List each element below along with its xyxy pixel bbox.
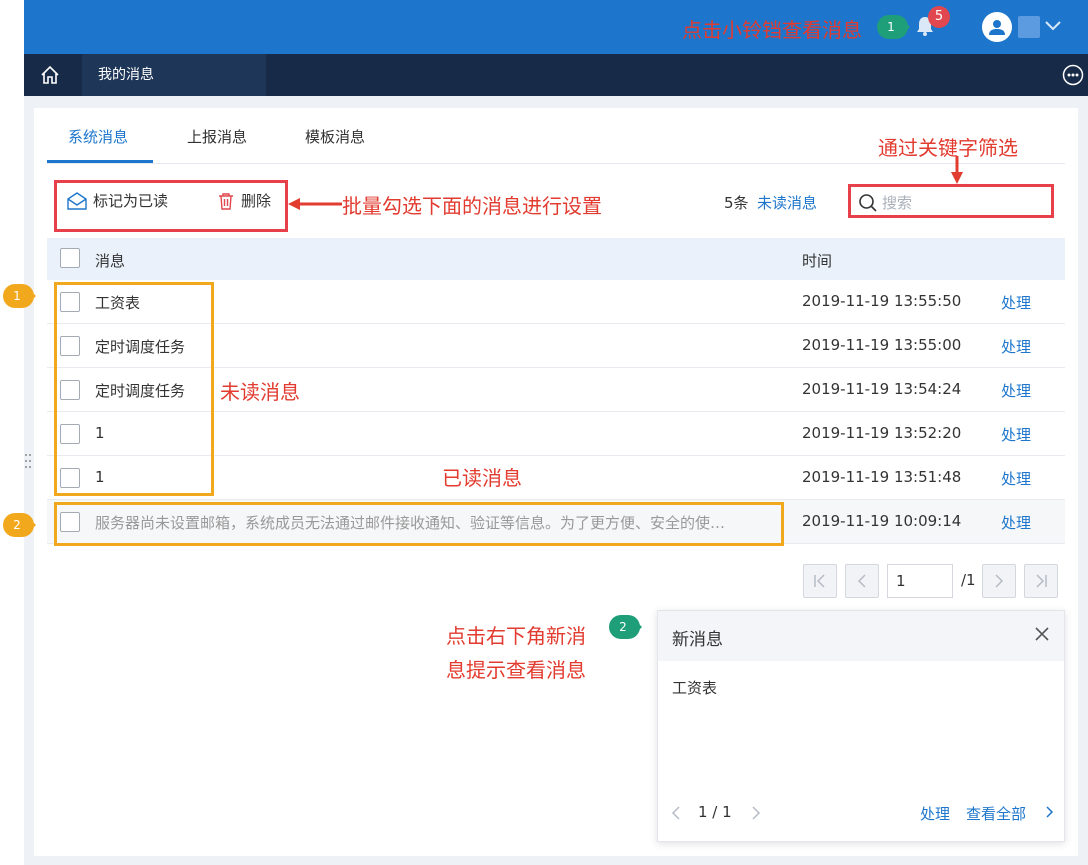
tab-system-messages[interactable]: 系统消息: [68, 126, 128, 147]
first-page-button[interactable]: [803, 564, 837, 598]
chevron-right-icon: [995, 574, 1004, 588]
next-page-button[interactable]: [982, 564, 1016, 598]
message-time: 2019-11-19 13:54:24: [802, 380, 962, 398]
resize-grip-icon[interactable]: [24, 452, 32, 470]
tab-reported-messages[interactable]: 上报消息: [187, 126, 247, 147]
tab-template-messages[interactable]: 模板消息: [305, 126, 365, 147]
popup-title: 新消息: [672, 630, 723, 650]
annotation-pin-bell: 1: [876, 14, 910, 40]
annotation-box-search: [848, 184, 1054, 218]
message-time: 2019-11-19 13:51:48: [802, 468, 962, 486]
prev-page-button[interactable]: [845, 564, 879, 598]
annotation-read: 已读消息: [442, 466, 522, 490]
annotation-pin-popup: 2: [608, 614, 642, 640]
select-all-checkbox[interactable]: [60, 248, 80, 268]
annotation-pin-popup-number: 2: [619, 620, 627, 634]
nav-tab-my-messages[interactable]: 我的消息: [82, 54, 266, 96]
annotation-box-read: [54, 502, 784, 546]
popup-view-all-link[interactable]: 查看全部: [966, 803, 1026, 824]
message-time: 2019-11-19 13:55:00: [802, 336, 962, 354]
column-header-time: 时间: [802, 252, 833, 270]
annotation-arrow-keyword: [951, 156, 963, 184]
handle-link[interactable]: 处理: [1001, 512, 1031, 533]
handle-link[interactable]: 处理: [1001, 380, 1031, 401]
annotation-batch: 批量勾选下面的消息进行设置: [342, 194, 602, 218]
annotation-box-toolbar: [54, 180, 288, 232]
popup-handle-link[interactable]: 处理: [920, 803, 950, 824]
annotation-keyword: 通过关键字筛选: [878, 136, 1018, 160]
app-window: 点击小铃铛查看消息 1 5 我的消息 系统消息 上报消息 模板消息 标记为已读 …: [3, 0, 1088, 865]
top-header: 点击小铃铛查看消息 1 5: [24, 0, 1088, 54]
last-page-icon: [1036, 574, 1047, 588]
annotation-unread: 未读消息: [220, 380, 300, 404]
chevron-left-icon[interactable]: [670, 805, 682, 825]
message-time: 2019-11-19 10:09:14: [802, 512, 962, 530]
handle-link[interactable]: 处理: [1001, 468, 1031, 489]
page-total: /1: [961, 571, 976, 589]
message-count: 5条: [724, 194, 749, 212]
table-header: 消息 时间: [47, 238, 1065, 280]
home-button[interactable]: [24, 54, 76, 96]
active-tab-indicator: [47, 160, 153, 163]
annotation-pin-unread: 1: [2, 283, 36, 309]
annotation-pin-read-number: 2: [13, 518, 21, 532]
chevron-left-icon: [857, 574, 866, 588]
annotation-pin-read: 2: [2, 512, 36, 538]
new-message-popup: 新消息 工资表 1 / 1 处理 查看全部: [657, 610, 1065, 842]
last-page-button[interactable]: [1024, 564, 1058, 598]
avatar[interactable]: [982, 12, 1012, 42]
annotation-popup-line1: 点击右下角新消: [446, 624, 586, 648]
tab-nav-bar: 我的消息: [24, 54, 1088, 96]
handle-link[interactable]: 处理: [1001, 424, 1031, 445]
handle-link[interactable]: 处理: [1001, 292, 1031, 313]
message-time: 2019-11-19 13:55:50: [802, 292, 962, 310]
annotation-pin-unread-number: 1: [13, 289, 21, 303]
more-icon[interactable]: [1062, 64, 1084, 86]
close-icon[interactable]: [1034, 626, 1050, 646]
unread-messages-link[interactable]: 未读消息: [757, 192, 817, 213]
user-icon: [989, 20, 1005, 35]
chevron-right-icon[interactable]: [750, 805, 762, 825]
column-header-message: 消息: [95, 252, 126, 270]
chevron-down-icon[interactable]: [1044, 18, 1062, 36]
annotation-arrow-batch: [288, 198, 342, 210]
popup-message[interactable]: 工资表: [672, 677, 717, 698]
handle-link[interactable]: 处理: [1001, 336, 1031, 357]
popup-footer: 1 / 1 处理 查看全部: [658, 801, 1064, 825]
annotation-bell: 点击小铃铛查看消息: [682, 18, 862, 42]
chevron-right-icon[interactable]: [1044, 805, 1054, 823]
popup-page-indicator: 1 / 1: [698, 803, 732, 821]
page-number-input[interactable]: 1: [887, 564, 953, 598]
home-icon: [41, 65, 59, 84]
annotation-popup-line2: 息提示查看消息: [446, 658, 586, 682]
user-name-redacted: [1018, 16, 1040, 38]
first-page-icon: [814, 574, 825, 588]
popup-header: 新消息: [658, 611, 1064, 661]
annotation-box-unread: [54, 282, 214, 496]
message-time: 2019-11-19 13:52:20: [802, 424, 962, 442]
annotation-pin-bell-number: 1: [887, 20, 895, 34]
notification-badge: 5: [928, 6, 950, 28]
